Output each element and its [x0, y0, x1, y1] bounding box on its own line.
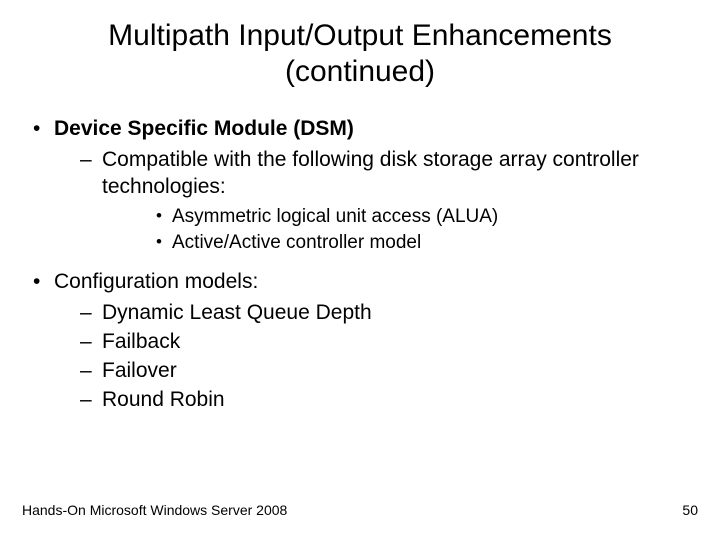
slide-body: Device Specific Module (DSM) Compatible … — [0, 90, 720, 414]
bullet-config-models: Configuration models: Dynamic Least Queu… — [30, 269, 690, 413]
bullet-alua: Asymmetric logical unit access (ALUA) — [102, 205, 690, 229]
slide-title: Multipath Input/Output Enhancements (con… — [0, 0, 720, 90]
bullet-round-robin: Round Robin — [54, 387, 690, 414]
bullet-failover: Failover — [54, 358, 690, 385]
footer-text: Hands-On Microsoft Windows Server 2008 — [22, 502, 287, 518]
bullet-compatible: Compatible with the following disk stora… — [54, 147, 690, 255]
bullet-active-active: Active/Active controller model — [102, 231, 690, 255]
bullet-failback: Failback — [54, 329, 690, 356]
bullet-dsm: Device Specific Module (DSM) Compatible … — [30, 116, 690, 255]
bullet-dlqd: Dynamic Least Queue Depth — [54, 300, 690, 327]
page-number: 50 — [682, 502, 698, 518]
bullet-config-models-text: Configuration models: — [54, 270, 258, 293]
bullet-compatible-text: Compatible with the following disk stora… — [102, 148, 639, 198]
bullet-dsm-text: Device Specific Module (DSM) — [54, 117, 354, 140]
